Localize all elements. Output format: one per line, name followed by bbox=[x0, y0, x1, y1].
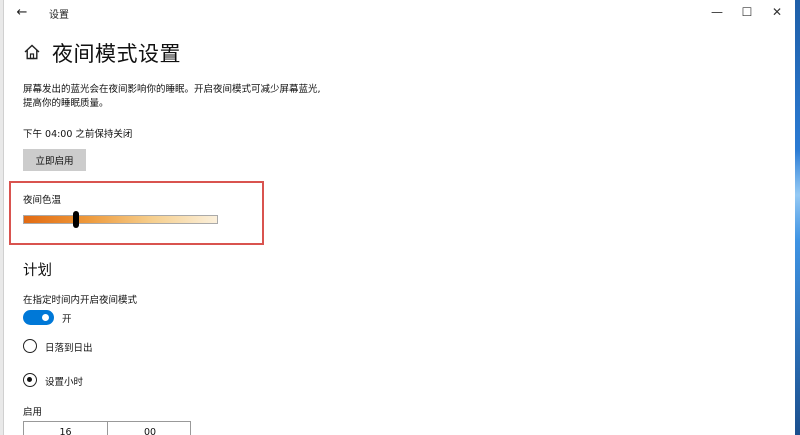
app-title: 设置 bbox=[49, 10, 69, 21]
start-time-picker[interactable]: 16 00 bbox=[23, 421, 191, 435]
start-minute-field[interactable]: 00 bbox=[108, 422, 192, 435]
schedule-toggle-label: 在指定时间内开启夜间模式 bbox=[23, 295, 138, 306]
highlight-annotation-box bbox=[9, 181, 264, 245]
enable-now-button[interactable]: 立即启用 bbox=[23, 149, 86, 171]
settings-window: ← 设置 — ☐ ✕ 夜间模式设置 屏幕发出的蓝光会在夜间影响你的睡眠。开启夜间… bbox=[4, 0, 795, 435]
desktop-wallpaper-edge bbox=[795, 0, 800, 435]
home-icon[interactable] bbox=[23, 43, 41, 61]
radio-set-hours[interactable] bbox=[23, 373, 37, 387]
description-line: 提高你的睡眠质量。 bbox=[23, 98, 109, 109]
maximize-button[interactable]: ☐ bbox=[731, 2, 763, 22]
color-temperature-label: 夜间色温 bbox=[23, 195, 62, 206]
radio-selected-dot bbox=[27, 377, 32, 382]
color-temperature-slider[interactable] bbox=[23, 215, 218, 224]
radio-set-hours-label[interactable]: 设置小时 bbox=[45, 374, 83, 388]
color-temperature-slider-thumb[interactable] bbox=[72, 211, 79, 228]
schedule-toggle[interactable] bbox=[23, 310, 54, 325]
minimize-button[interactable]: — bbox=[701, 2, 733, 22]
description-line: 屏幕发出的蓝光会在夜间影响你的睡眠。开启夜间模式可减少屏幕蓝光, bbox=[23, 84, 321, 95]
back-arrow-icon[interactable]: ← bbox=[12, 4, 32, 22]
radio-sunset-to-sunrise[interactable] bbox=[23, 339, 37, 353]
toggle-state-text: 开 bbox=[62, 314, 72, 325]
schedule-section-title: 计划 bbox=[23, 263, 52, 279]
start-time-label: 启用 bbox=[23, 407, 43, 418]
toggle-knob bbox=[42, 314, 49, 321]
close-button[interactable]: ✕ bbox=[761, 2, 793, 22]
title-bar[interactable]: ← 设置 — ☐ ✕ bbox=[4, 0, 795, 26]
radio-sunset-label[interactable]: 日落到日出 bbox=[45, 340, 93, 354]
description-text: 屏幕发出的蓝光会在夜间影响你的睡眠。开启夜间模式可减少屏幕蓝光, 提高你的睡眠质… bbox=[23, 83, 353, 111]
page-title: 夜间模式设置 bbox=[52, 42, 181, 66]
start-hour-field[interactable]: 16 bbox=[24, 422, 108, 435]
schedule-status-text: 下午 04:00 之前保持关闭 bbox=[23, 129, 133, 140]
